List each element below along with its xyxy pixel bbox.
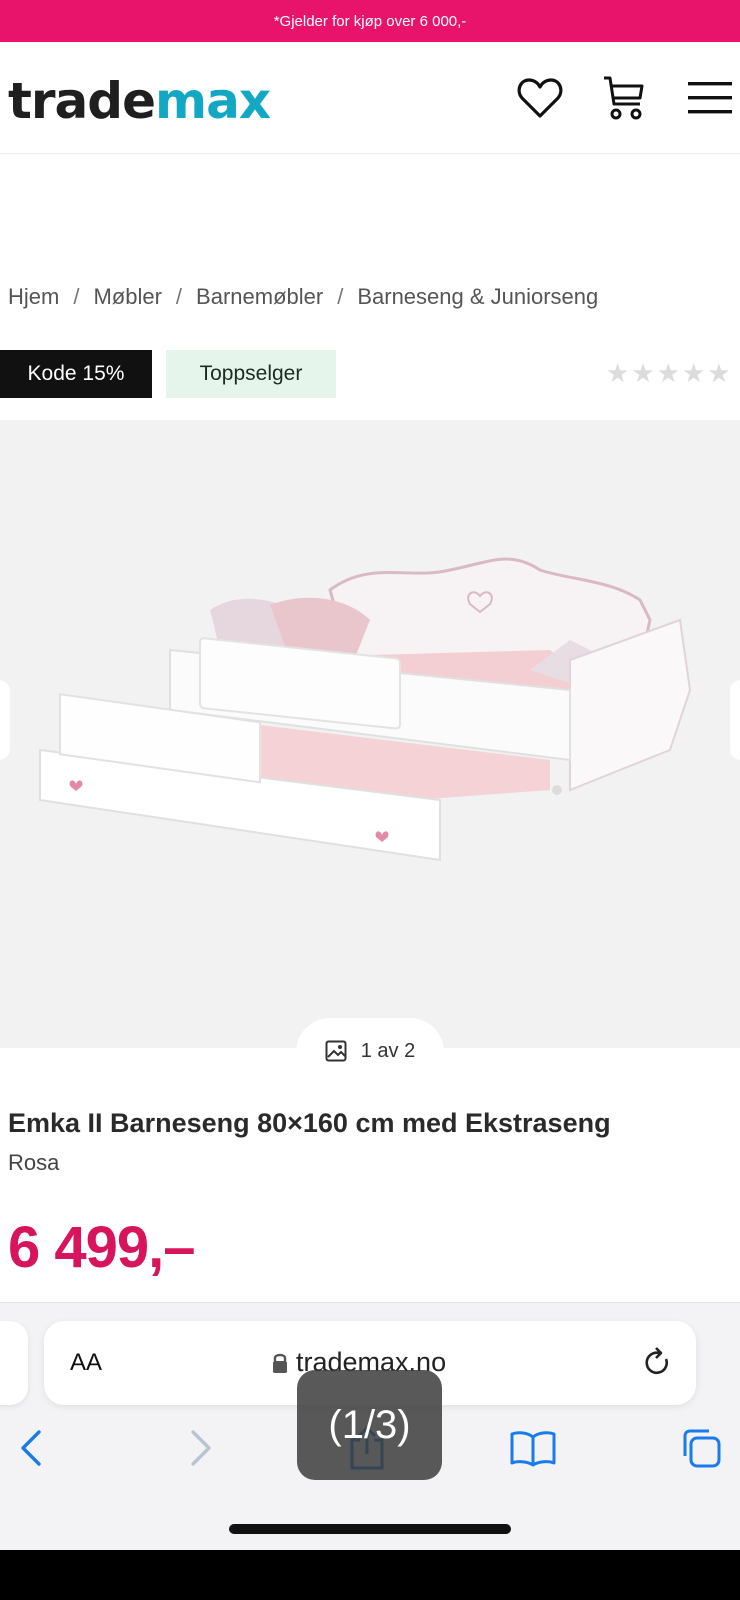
logo-part-trade: trade — [8, 72, 156, 130]
star-icon: ★ — [707, 358, 731, 388]
product-title: Emka II Barneseng 80×160 cm med Ekstrase… — [8, 1108, 611, 1138]
promo-text: *Gjelder for kjøp over 6 000,- — [273, 12, 467, 30]
star-icon: ★ — [681, 358, 706, 388]
reader-aa-button[interactable]: AA — [70, 1349, 102, 1377]
breadcrumb-item-barneseng[interactable]: Barneseng & Juniorseng — [357, 284, 598, 309]
gallery-prev-edge[interactable] — [0, 680, 10, 760]
tabs-icon[interactable] — [676, 1423, 726, 1473]
rating-stars[interactable]: ★ ★ ★ ★ ★ — [606, 358, 731, 389]
image-icon — [325, 1040, 347, 1062]
overlay-counter-text: (1/3) — [328, 1402, 411, 1447]
gallery-counter[interactable]: 1 av 2 — [296, 1018, 444, 1084]
product-variant: Rosa — [8, 1150, 60, 1175]
bottom-black-bar — [0, 1550, 740, 1600]
previous-tab-edge[interactable] — [0, 1321, 28, 1405]
product-price: 6 499,– — [8, 1215, 196, 1280]
breadcrumb-separator: / — [337, 284, 344, 309]
heart-icon[interactable] — [514, 72, 566, 124]
star-icon: ★ — [656, 358, 680, 388]
home-indicator[interactable] — [229, 1524, 511, 1534]
back-icon[interactable] — [6, 1423, 56, 1473]
trademax-logo[interactable]: trademax — [8, 72, 271, 130]
gallery-counter-text: 1 av 2 — [360, 1039, 416, 1062]
promo-banner: *Gjelder for kjøp over 6 000,- — [0, 0, 740, 42]
bookmarks-icon[interactable] — [508, 1423, 558, 1473]
product-image-bed — [39, 557, 692, 862]
logo-part-max: max — [155, 72, 271, 130]
lock-icon — [273, 1353, 287, 1373]
breadcrumb: Hjem / Møbler / Barnemøbler / Barneseng & Juni… — [8, 284, 598, 310]
star-icon: ★ — [631, 358, 655, 388]
breadcrumb-separator: / — [73, 284, 80, 309]
screenshot-counter-overlay: (1/3) — [297, 1370, 442, 1480]
gallery-next-edge[interactable] — [730, 680, 740, 760]
product-gallery[interactable] — [0, 420, 740, 1048]
breadcrumb-item-hjem[interactable]: Hjem — [8, 284, 59, 309]
breadcrumb-item-barnemobler[interactable]: Barnemøbler — [196, 284, 323, 309]
bestseller-badge: Toppselger — [166, 350, 336, 398]
site-header: trademax — [0, 42, 740, 154]
star-icon: ★ — [606, 358, 630, 388]
menu-icon[interactable] — [684, 72, 736, 124]
discount-code-label: Kode 15% — [27, 362, 125, 385]
cart-icon[interactable] — [598, 72, 650, 124]
breadcrumb-separator: / — [175, 284, 183, 309]
reload-icon[interactable] — [642, 1345, 672, 1384]
bestseller-label: Toppselger — [199, 362, 303, 385]
breadcrumb-item-mobler[interactable]: Møbler — [93, 284, 161, 309]
forward-icon[interactable] — [176, 1423, 226, 1473]
discount-code-badge: Kode 15% — [0, 350, 152, 398]
